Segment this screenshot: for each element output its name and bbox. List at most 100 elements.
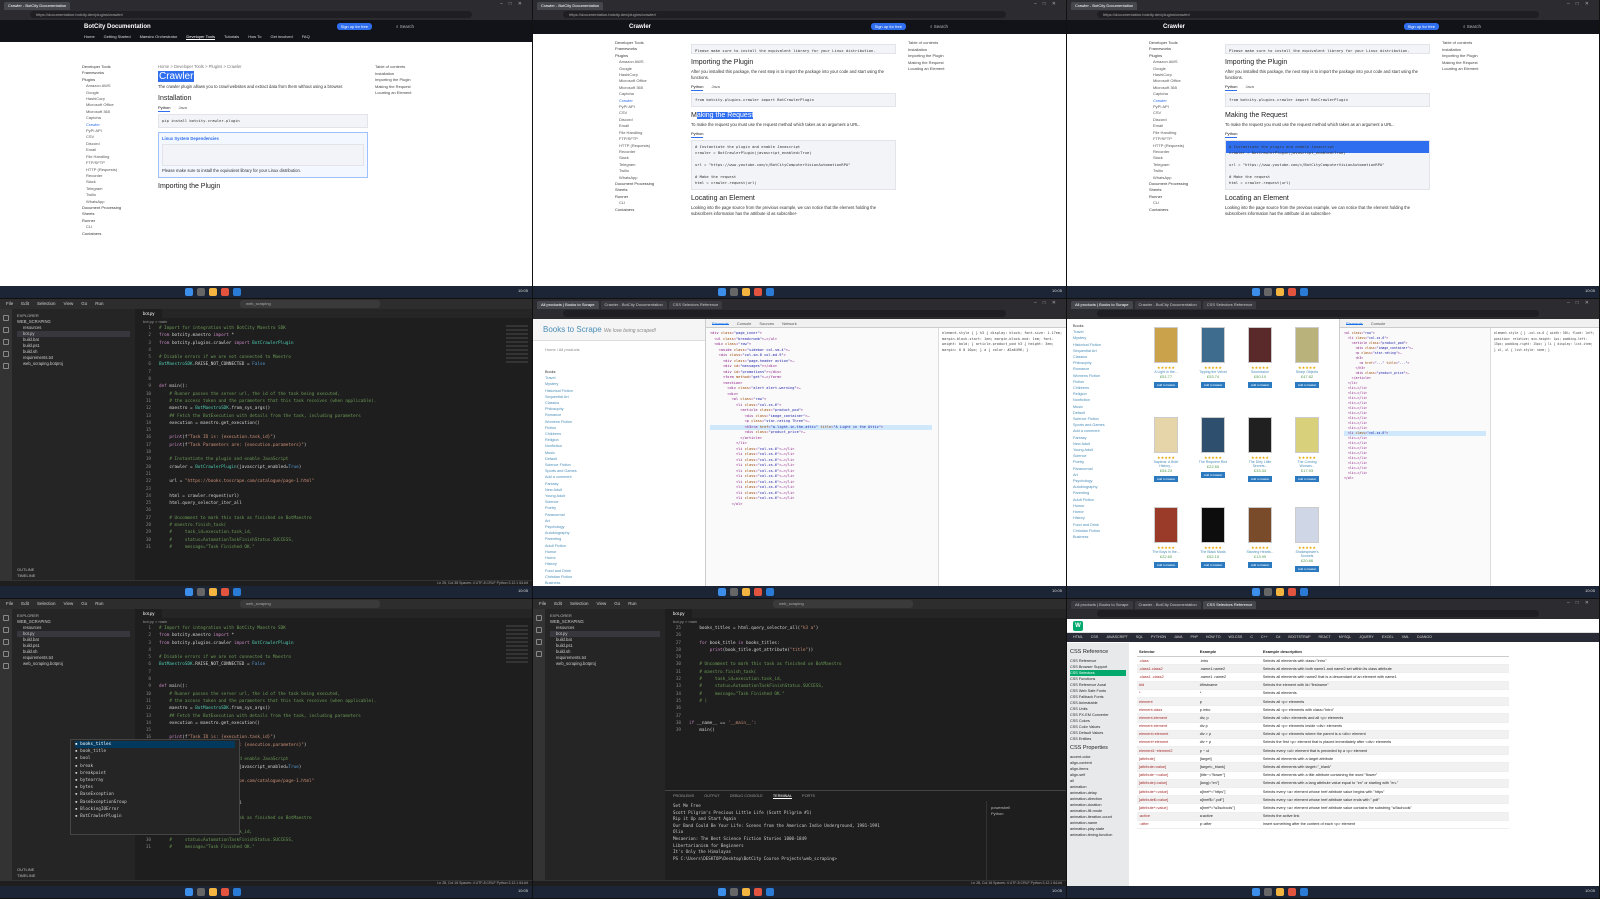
selector-cell[interactable]: [attribute~=value]	[1137, 771, 1198, 780]
start-icon[interactable]	[1252, 288, 1260, 296]
selector-cell[interactable]: element	[1137, 697, 1198, 707]
menu-item[interactable]: Getting Started	[104, 34, 131, 40]
menu-item[interactable]: How To	[248, 34, 261, 40]
book-cover[interactable]	[1295, 417, 1319, 453]
sidebar-item[interactable]: Containers	[1149, 207, 1214, 213]
book-title[interactable]: The Coming Woman...	[1290, 460, 1324, 468]
start-icon[interactable]	[185, 288, 193, 296]
nav-item[interactable]: DJANGO	[1417, 635, 1432, 640]
extensions-icon[interactable]	[3, 363, 9, 369]
styles-pane[interactable]: element.style { } .col-xs-6 { width: 50%…	[1490, 328, 1599, 586]
selector-cell[interactable]: [attribute*=value]	[1137, 803, 1198, 813]
nav-item[interactable]: C	[1250, 635, 1253, 640]
tab-java[interactable]: Java	[178, 105, 186, 112]
signup-button[interactable]: Sign up for free	[870, 23, 906, 30]
start-icon[interactable]	[718, 888, 726, 896]
menu-edit[interactable]: Edit	[554, 601, 562, 607]
start-icon[interactable]	[1252, 888, 1260, 896]
tab-python[interactable]: Python	[1225, 131, 1238, 138]
status-info[interactable]: Ln 25, Col 38 Spaces: 4 UTF-8 CRLF Pytho…	[437, 581, 528, 585]
selector-cell[interactable]: [attribute=value]	[1137, 762, 1198, 772]
suggestion-item[interactable]: ▪ breakpoint	[75, 770, 235, 777]
book-card[interactable]: ★★★★★ Sharp Objects £47.82 Add to basket	[1290, 327, 1324, 388]
menu-file[interactable]: File	[6, 301, 13, 307]
search-icon[interactable]	[197, 888, 205, 896]
add-to-basket-button[interactable]: Add to basket	[1200, 472, 1226, 478]
file-item[interactable]: web_scraping.botproj	[17, 661, 130, 667]
book-cover[interactable]	[1154, 417, 1178, 453]
folder-icon[interactable]	[209, 888, 217, 896]
suggestion-item[interactable]: ▪ BlockingIOError	[75, 806, 235, 813]
book-cover[interactable]	[1201, 417, 1225, 453]
files-icon[interactable]	[536, 615, 542, 621]
source-control-icon[interactable]	[3, 339, 9, 345]
nav-item[interactable]: JQUERY	[1359, 635, 1374, 640]
browser-tab[interactable]: All products | Books to Scrape	[1071, 301, 1133, 309]
tab-elements[interactable]: Elements	[712, 321, 729, 326]
book-title[interactable]: Shakespeare's Sonnets	[1290, 550, 1324, 558]
book-cover[interactable]	[1295, 507, 1319, 543]
docs-brand[interactable]: BotCity Documentation	[84, 24, 151, 30]
browser-icon[interactable]	[1288, 588, 1296, 596]
menu-item[interactable]: Tutorials	[224, 34, 239, 40]
vscode-icon[interactable]	[1300, 588, 1308, 596]
nav-item[interactable]: PHP	[1190, 635, 1197, 640]
toc-item[interactable]: Locating an Element	[1442, 66, 1478, 73]
menu-item[interactable]: Get involved	[270, 34, 292, 40]
book-cover[interactable]	[1248, 417, 1272, 453]
menu-edit[interactable]: Edit	[21, 601, 29, 607]
selector-cell[interactable]: element1~element2	[1137, 746, 1198, 756]
book-cover[interactable]	[1248, 507, 1272, 543]
browser-tab[interactable]: Crawler - BotCity Documentation	[600, 301, 667, 309]
start-icon[interactable]	[1252, 588, 1260, 596]
toc-item[interactable]: Installation	[375, 71, 411, 78]
tab-network[interactable]: Network	[782, 321, 797, 326]
suggestion-item[interactable]: ▪ BaseExceptionGroup	[75, 799, 235, 806]
window-controls[interactable]: –□✕	[1034, 1, 1062, 7]
browser-tab[interactable]: All products | Books to Scrape	[1071, 601, 1133, 609]
browser-tab[interactable]: Crawler - BotCity Documentation	[4, 2, 71, 10]
start-icon[interactable]	[718, 588, 726, 596]
add-to-basket-button[interactable]: Add to basket	[1153, 382, 1179, 388]
editor-tab[interactable]: bot.py	[665, 609, 693, 618]
selector-cell[interactable]: .class	[1137, 656, 1198, 666]
start-icon[interactable]	[718, 288, 726, 296]
menu-selection[interactable]: Selection	[570, 601, 589, 607]
folder-icon[interactable]	[742, 888, 750, 896]
docs-brand[interactable]: Crawler	[1163, 24, 1185, 30]
book-card[interactable]: ★★★★★ Starving Hearts... £13.99 Add to bask…	[1243, 507, 1277, 568]
menu-file[interactable]: File	[539, 601, 546, 607]
suggestion-item[interactable]: ▪ bytearray	[75, 777, 235, 784]
menu-edit[interactable]: Edit	[21, 301, 29, 307]
start-icon[interactable]	[185, 588, 193, 596]
address-bar[interactable]: https://documentation.botcity.dev/plugin…	[30, 11, 472, 18]
vscode-icon[interactable]	[233, 288, 241, 296]
docs-brand[interactable]: Crawler	[629, 24, 651, 30]
selector-cell[interactable]: ::after	[1137, 820, 1198, 829]
panel-tab[interactable]: PORTS	[802, 794, 815, 799]
menu-selection[interactable]: Selection	[37, 301, 56, 307]
nav-item[interactable]: REACT	[1319, 635, 1331, 640]
nav-item[interactable]: XML	[1402, 635, 1409, 640]
code-area[interactable]: 1 # Import for integration with BotCity M…	[135, 325, 502, 580]
sidebar-item[interactable]: Containers	[615, 207, 680, 213]
editor-tab[interactable]: bot.py	[135, 309, 163, 318]
folder-icon[interactable]	[742, 288, 750, 296]
selector-cell[interactable]: element element	[1137, 722, 1198, 731]
tab-sources[interactable]: Sources	[759, 321, 774, 326]
book-card[interactable]: ★★★★★ Tipping the Velvet £53.74 Add to bask…	[1196, 327, 1230, 388]
folder-icon[interactable]	[742, 588, 750, 596]
browser-tab[interactable]: Crawler - BotCity Documentation	[537, 2, 604, 10]
browser-icon[interactable]	[754, 288, 762, 296]
selector-cell[interactable]: element,element	[1137, 713, 1198, 723]
book-cover[interactable]	[1154, 507, 1178, 543]
add-to-basket-button[interactable]: Add to basket	[1247, 476, 1273, 482]
search-box[interactable]: ⌕ Search	[1463, 24, 1481, 29]
toc-item[interactable]: Installation	[1442, 47, 1478, 54]
book-card[interactable]: ★★★★★ A Light in the... £51.77 Add to baske…	[1149, 327, 1183, 388]
selector-cell[interactable]: [attribute|=value]	[1137, 779, 1198, 789]
nav-item[interactable]: SQL	[1136, 635, 1143, 640]
run-icon[interactable]	[3, 351, 9, 357]
browser-icon[interactable]	[1288, 888, 1296, 896]
toc-item[interactable]: Making the Request	[375, 84, 411, 91]
